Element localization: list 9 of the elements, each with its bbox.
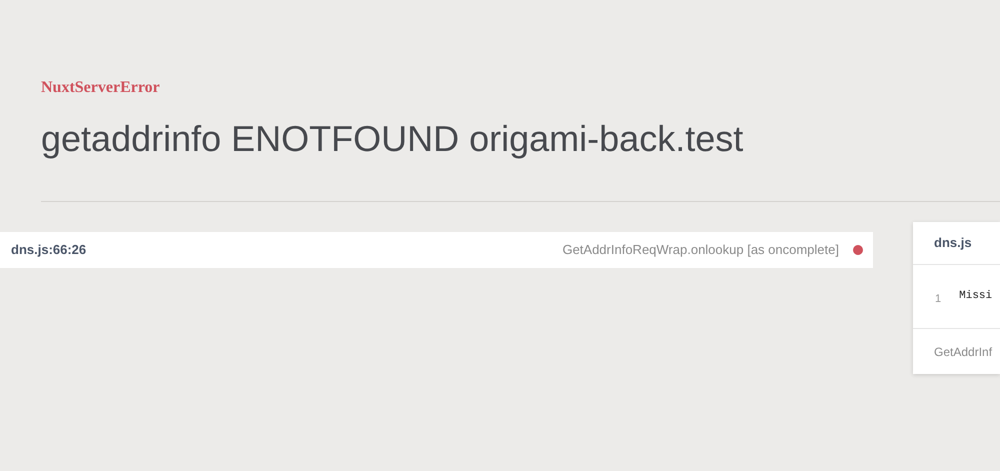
stack-frame[interactable]: dns.js:66:26 GetAddrInfoReqWrap.onlookup [as oncomplete] [0,232,873,268]
error-type: NuxtServerError [41,78,160,98]
error-message: getaddrinfo ENOTFOUND origami-back.test [41,117,744,161]
frame-function: GetAddrInf [934,344,992,360]
frame-function: GetAddrInfoReqWrap.onlookup [as oncomplete] [562,241,839,260]
file-name: dns.js [934,234,972,252]
frame-location: dns.js:66:26 [11,241,86,260]
line-number: 1 [935,292,942,308]
code-line: Missi [959,289,992,304]
